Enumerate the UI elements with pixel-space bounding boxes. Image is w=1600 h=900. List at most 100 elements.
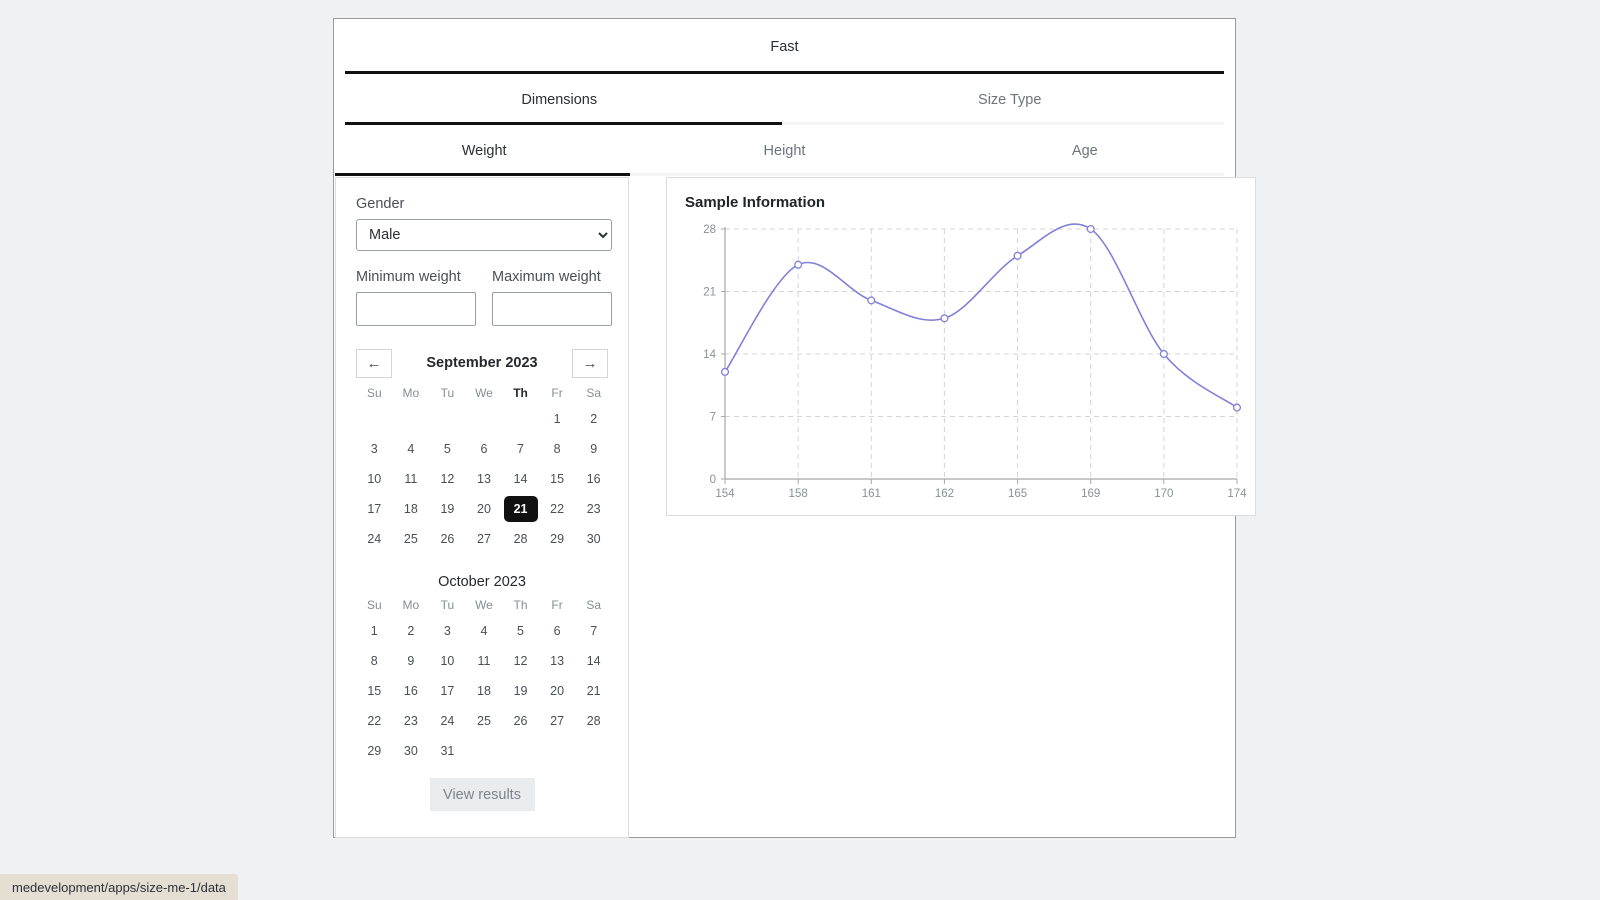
calendar-day[interactable]: 15 bbox=[357, 678, 391, 704]
tab-weight[interactable]: Weight bbox=[334, 125, 634, 176]
calendar-day[interactable]: 7 bbox=[577, 618, 611, 644]
calendar-day[interactable]: 18 bbox=[394, 496, 428, 522]
tab-dimensions[interactable]: Dimensions bbox=[334, 74, 785, 125]
calendar-day[interactable]: 12 bbox=[504, 648, 538, 674]
calendar-day[interactable]: 26 bbox=[430, 526, 464, 552]
calendar-day[interactable]: 14 bbox=[577, 648, 611, 674]
calendar-day[interactable]: 28 bbox=[577, 708, 611, 734]
calendar-day-empty bbox=[394, 405, 428, 431]
calendar-day[interactable]: 16 bbox=[394, 678, 428, 704]
chart-title: Sample Information bbox=[685, 194, 826, 211]
calendar-day[interactable]: 4 bbox=[394, 436, 428, 462]
calendar-day[interactable]: 19 bbox=[504, 678, 538, 704]
calendar-day[interactable]: 3 bbox=[357, 436, 391, 462]
calendar-day[interactable]: 26 bbox=[504, 708, 538, 734]
tab-fast[interactable]: Fast bbox=[334, 19, 1235, 74]
calendar-day[interactable]: 8 bbox=[540, 436, 574, 462]
minimum-weight-label: Minimum weight bbox=[356, 269, 461, 285]
x-axis-tick-label: 165 bbox=[1008, 488, 1027, 500]
calendar-day[interactable]: 22 bbox=[540, 496, 574, 522]
content-area: Gender MaleFemale Minimum weight Maximum… bbox=[334, 176, 1256, 838]
calendar-day[interactable]: 8 bbox=[357, 648, 391, 674]
chart-data-point[interactable] bbox=[1232, 403, 1242, 412]
calendar-day[interactable]: 11 bbox=[394, 466, 428, 492]
calendar-day-empty bbox=[540, 737, 574, 763]
arrow-left-icon[interactable]: ← bbox=[356, 348, 392, 378]
chart-data-point[interactable] bbox=[940, 314, 949, 323]
calendar-day[interactable]: 1 bbox=[540, 406, 574, 432]
calendar-day[interactable]: 18 bbox=[467, 678, 501, 704]
calendar-week-row: 24 25 26 27 28 29 30 bbox=[356, 524, 612, 554]
calendar-day[interactable]: 22 bbox=[357, 708, 391, 734]
calendar-day[interactable]: 13 bbox=[467, 466, 501, 492]
x-axis-tick-label: 162 bbox=[935, 488, 954, 500]
calendar-weekday-we: We bbox=[475, 386, 493, 400]
arrow-right-icon[interactable]: → bbox=[572, 348, 608, 378]
calendar-day[interactable]: 30 bbox=[394, 738, 428, 764]
calendar-day-empty bbox=[467, 405, 501, 431]
minimum-weight-input[interactable] bbox=[356, 292, 476, 326]
calendar-weekday-th: Th bbox=[513, 386, 528, 400]
calendar-day[interactable]: 30 bbox=[577, 526, 611, 552]
calendar-day[interactable]: 19 bbox=[430, 496, 464, 522]
chart-data-point[interactable] bbox=[720, 367, 730, 376]
chart-data-point[interactable] bbox=[1013, 251, 1022, 260]
calendar-day[interactable]: 27 bbox=[467, 526, 501, 552]
calendar-day[interactable]: 29 bbox=[357, 738, 391, 764]
calendar-day[interactable]: 4 bbox=[467, 618, 501, 644]
calendar-day[interactable]: 5 bbox=[430, 436, 464, 462]
gender-select[interactable]: MaleFemale bbox=[356, 219, 612, 251]
calendar-weekday-su: Su bbox=[366, 386, 382, 400]
calendar-day[interactable]: 14 bbox=[504, 466, 538, 492]
calendar-day[interactable]: 1 bbox=[357, 618, 391, 644]
calendar-day[interactable]: 17 bbox=[430, 678, 464, 704]
chart-data-point[interactable] bbox=[1159, 349, 1168, 359]
calendar-day[interactable]: 11 bbox=[467, 648, 501, 674]
calendar-day[interactable]: 6 bbox=[467, 436, 501, 462]
calendar-nav-row: ← September 2023 → bbox=[356, 348, 608, 378]
calendar-day[interactable]: 13 bbox=[540, 648, 574, 674]
calendar-day[interactable]: 9 bbox=[394, 648, 428, 674]
chart-data-point[interactable] bbox=[867, 296, 876, 305]
calendar-day[interactable]: 6 bbox=[540, 618, 574, 644]
calendar-day[interactable]: 2 bbox=[394, 618, 428, 644]
chart-data-point[interactable] bbox=[794, 260, 803, 269]
tab-size-type[interactable]: Size Type bbox=[785, 74, 1236, 125]
calendar-day[interactable]: 15 bbox=[540, 466, 574, 492]
calendar-day[interactable]: 5 bbox=[504, 618, 538, 644]
calendar-day[interactable]: 28 bbox=[504, 526, 538, 552]
calendar-day[interactable]: 23 bbox=[394, 708, 428, 734]
x-axis-tick-label: 158 bbox=[789, 488, 808, 500]
calendar-day[interactable]: 31 bbox=[430, 738, 464, 764]
calendar-day[interactable]: 24 bbox=[357, 526, 391, 552]
calendar-day[interactable]: 20 bbox=[467, 496, 501, 522]
chart-data-point[interactable] bbox=[1086, 224, 1095, 234]
calendar-day[interactable]: 10 bbox=[430, 648, 464, 674]
calendar-day-empty bbox=[504, 405, 538, 431]
calendar-day[interactable]: 27 bbox=[540, 708, 574, 734]
x-axis-tick-label: 174 bbox=[1227, 488, 1247, 500]
calendar-day[interactable]: 16 bbox=[577, 466, 611, 492]
calendar-day[interactable]: 29 bbox=[540, 526, 574, 552]
calendar-day[interactable]: 12 bbox=[430, 466, 464, 492]
calendar-day[interactable]: 3 bbox=[430, 618, 464, 644]
calendar-day[interactable]: 20 bbox=[540, 678, 574, 704]
calendar-day[interactable]: 24 bbox=[430, 708, 464, 734]
calendar-day[interactable]: 7 bbox=[504, 436, 538, 462]
calendar-day[interactable]: 17 bbox=[357, 496, 391, 522]
calendar-day[interactable]: 9 bbox=[577, 436, 611, 462]
view-results-button[interactable]: View results bbox=[429, 778, 535, 811]
tab-dimensions-label: Dimensions bbox=[521, 91, 598, 108]
calendar-day[interactable]: 21 bbox=[577, 678, 611, 704]
tab-age[interactable]: Age bbox=[935, 125, 1235, 176]
calendar-day[interactable]: 10 bbox=[357, 466, 391, 492]
calendar-day[interactable]: 25 bbox=[467, 708, 501, 734]
calendar-day[interactable]: 2 bbox=[577, 406, 611, 432]
calendar-weekday-we: We bbox=[475, 598, 493, 612]
tab-height[interactable]: Height bbox=[634, 125, 934, 176]
calendar-day[interactable]: 23 bbox=[577, 496, 611, 522]
calendar-day-selected[interactable]: 21 bbox=[503, 496, 538, 522]
calendar-day[interactable]: 25 bbox=[394, 526, 428, 552]
maximum-weight-input[interactable] bbox=[492, 292, 612, 326]
calendar-week-row: 22 23 24 25 26 27 28 bbox=[356, 706, 612, 736]
